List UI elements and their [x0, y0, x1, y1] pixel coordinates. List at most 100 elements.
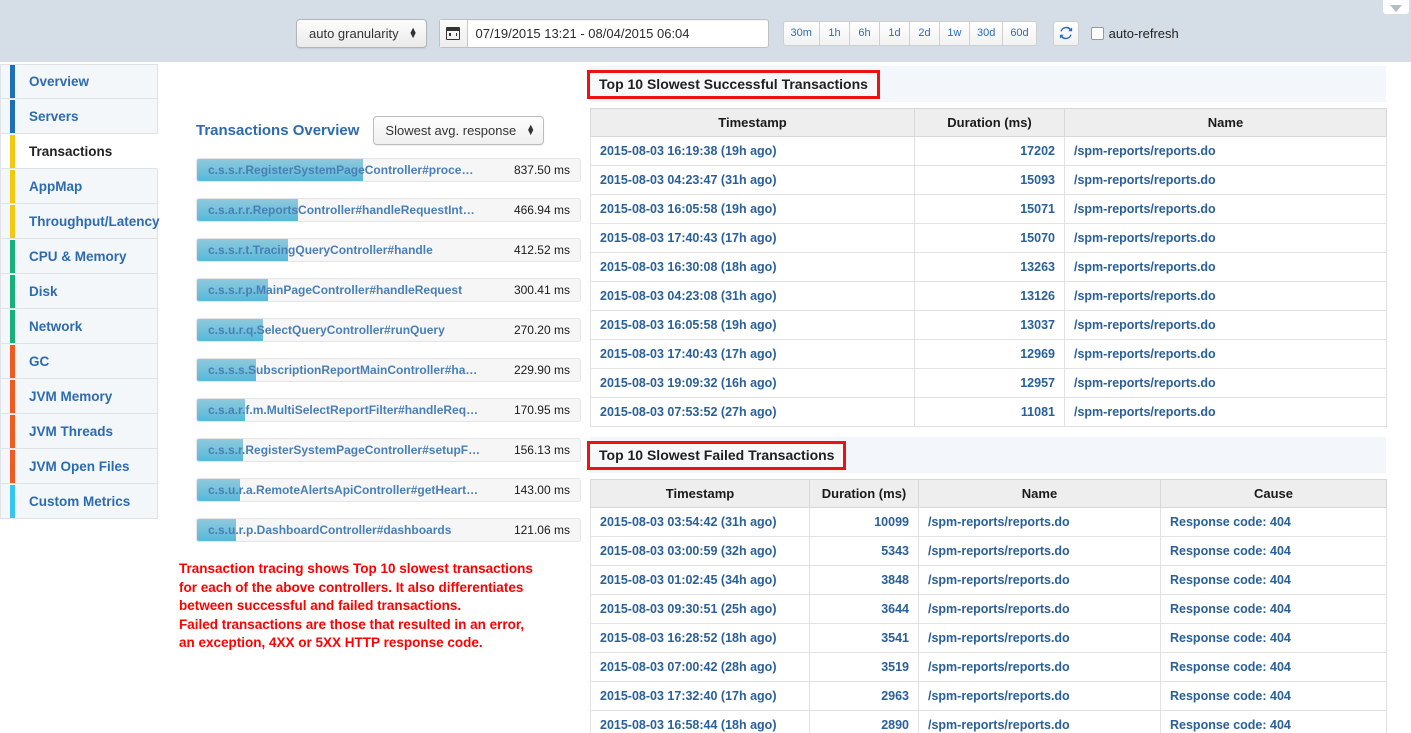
column-header[interactable]: Timestamp	[590, 108, 915, 137]
cell-dur[interactable]: 15071	[914, 194, 1065, 224]
cell-name[interactable]: /spm-reports/reports.do	[1064, 339, 1387, 369]
cell-name[interactable]: /spm-reports/reports.do	[1064, 165, 1387, 195]
cell-ts[interactable]: 2015-08-03 16:58:44 (18h ago)	[590, 710, 810, 733]
cell-dur[interactable]: 12957	[914, 368, 1065, 398]
range-button-2d[interactable]: 2d	[909, 20, 940, 46]
granularity-select[interactable]: auto granularity ▲ ▼	[296, 18, 427, 48]
cell-dur[interactable]: 5343	[809, 536, 919, 566]
cell-dur[interactable]: 13263	[914, 252, 1065, 282]
transaction-bar-row[interactable]: c.s.s.r.p.MainPageController#handleReque…	[196, 278, 581, 302]
cell-cause[interactable]: Response code: 404	[1160, 681, 1387, 711]
sidebar-item-jvm-open-files[interactable]: JVM Open Files	[0, 449, 158, 484]
corner-dropdown-button[interactable]	[1383, 0, 1409, 14]
sidebar-item-servers[interactable]: Servers	[0, 99, 158, 134]
sidebar-item-custom-metrics[interactable]: Custom Metrics	[0, 484, 158, 519]
table-row[interactable]: 2015-08-03 04:23:47 (31h ago) 15093/spm-r…	[590, 165, 1387, 195]
transaction-bar-row[interactable]: c.s.a.r.r.ReportsController#handleReques…	[196, 198, 581, 222]
calendar-button[interactable]	[439, 19, 468, 47]
cell-name[interactable]: /spm-reports/reports.do	[918, 594, 1161, 624]
cell-name[interactable]: /spm-reports/reports.do	[918, 652, 1161, 682]
auto-refresh-toggle[interactable]: auto-refresh	[1090, 26, 1179, 41]
cell-name[interactable]: /spm-reports/reports.do	[1064, 136, 1387, 166]
cell-ts[interactable]: 2015-08-03 17:40:43 (17h ago)	[590, 339, 915, 369]
sidebar-item-overview[interactable]: Overview	[0, 64, 158, 99]
cell-ts[interactable]: 2015-08-03 17:40:43 (17h ago)	[590, 223, 915, 253]
cell-ts[interactable]: 2015-08-03 07:00:42 (28h ago)	[590, 652, 810, 682]
sidebar-item-appmap[interactable]: AppMap	[0, 169, 158, 204]
sidebar-item-cpu-memory[interactable]: CPU & Memory	[0, 239, 158, 274]
cell-dur[interactable]: 11081	[914, 397, 1065, 427]
table-row[interactable]: 2015-08-03 17:32:40 (17h ago) 2963/spm-re…	[590, 681, 1387, 711]
sidebar-item-jvm-memory[interactable]: JVM Memory	[0, 379, 158, 414]
range-button-1h[interactable]: 1h	[819, 20, 850, 46]
cell-name[interactable]: /spm-reports/reports.do	[1064, 194, 1387, 224]
range-button-1d[interactable]: 1d	[879, 20, 910, 46]
cell-ts[interactable]: 2015-08-03 03:54:42 (31h ago)	[590, 507, 810, 537]
auto-refresh-checkbox[interactable]	[1090, 26, 1104, 40]
transaction-bar-row[interactable]: c.s.a.r.f.m.MultiSelectReportFilter#hand…	[196, 398, 581, 422]
transaction-bar-row[interactable]: c.s.s.r.t.TracingQueryController#handle 4…	[196, 238, 581, 262]
cell-ts[interactable]: 2015-08-03 04:23:47 (31h ago)	[590, 165, 915, 195]
cell-cause[interactable]: Response code: 404	[1160, 594, 1387, 624]
cell-name[interactable]: /spm-reports/reports.do	[1064, 223, 1387, 253]
column-header[interactable]: Cause	[1160, 479, 1387, 508]
cell-ts[interactable]: 2015-08-03 03:00:59 (32h ago)	[590, 536, 810, 566]
cell-ts[interactable]: 2015-08-03 07:53:52 (27h ago)	[590, 397, 915, 427]
cell-name[interactable]: /spm-reports/reports.do	[918, 623, 1161, 653]
sidebar-item-jvm-threads[interactable]: JVM Threads	[0, 414, 158, 449]
cell-ts[interactable]: 2015-08-03 17:32:40 (17h ago)	[590, 681, 810, 711]
sidebar-item-transactions[interactable]: Transactions	[0, 134, 158, 169]
table-row[interactable]: 2015-08-03 01:02:45 (34h ago) 3848/spm-re…	[590, 565, 1387, 595]
cell-dur[interactable]: 3644	[809, 594, 919, 624]
cell-ts[interactable]: 2015-08-03 04:23:08 (31h ago)	[590, 281, 915, 311]
column-header[interactable]: Duration (ms)	[914, 108, 1065, 137]
range-button-60d[interactable]: 60d	[1003, 20, 1037, 46]
table-row[interactable]: 2015-08-03 16:05:58 (19h ago) 15071/spm-r…	[590, 194, 1387, 224]
cell-dur[interactable]: 2963	[809, 681, 919, 711]
cell-ts[interactable]: 2015-08-03 01:02:45 (34h ago)	[590, 565, 810, 595]
cell-name[interactable]: /spm-reports/reports.do	[918, 710, 1161, 733]
table-row[interactable]: 2015-08-03 16:05:58 (19h ago) 13037/spm-r…	[590, 310, 1387, 340]
refresh-button[interactable]	[1052, 20, 1079, 46]
sort-order-select[interactable]: Slowest avg. response ▲ ▼	[373, 115, 545, 145]
cell-dur[interactable]: 3519	[809, 652, 919, 682]
cell-name[interactable]: /spm-reports/reports.do	[918, 565, 1161, 595]
range-button-1w[interactable]: 1w	[939, 20, 970, 46]
cell-ts[interactable]: 2015-08-03 16:19:38 (19h ago)	[590, 136, 915, 166]
cell-ts[interactable]: 2015-08-03 09:30:51 (25h ago)	[590, 594, 810, 624]
cell-name[interactable]: /spm-reports/reports.do	[1064, 397, 1387, 427]
column-header[interactable]: Name	[1064, 108, 1387, 137]
cell-name[interactable]: /spm-reports/reports.do	[1064, 368, 1387, 398]
transaction-bar-row[interactable]: c.s.u.r.a.RemoteAlertsApiController#getH…	[196, 478, 581, 502]
column-header[interactable]: Name	[918, 479, 1161, 508]
column-header[interactable]: Timestamp	[590, 479, 810, 508]
table-row[interactable]: 2015-08-03 16:28:52 (18h ago) 3541/spm-re…	[590, 623, 1387, 653]
cell-dur[interactable]: 2890	[809, 710, 919, 733]
range-button-30d[interactable]: 30d	[969, 20, 1004, 46]
cell-name[interactable]: /spm-reports/reports.do	[1064, 281, 1387, 311]
cell-cause[interactable]: Response code: 404	[1160, 565, 1387, 595]
cell-name[interactable]: /spm-reports/reports.do	[1064, 310, 1387, 340]
column-header[interactable]: Duration (ms)	[809, 479, 919, 508]
cell-ts[interactable]: 2015-08-03 16:30:08 (18h ago)	[590, 252, 915, 282]
table-row[interactable]: 2015-08-03 09:30:51 (25h ago) 3644/spm-re…	[590, 594, 1387, 624]
cell-dur[interactable]: 12969	[914, 339, 1065, 369]
cell-dur[interactable]: 10099	[809, 507, 919, 537]
table-row[interactable]: 2015-08-03 16:58:44 (18h ago) 2890/spm-re…	[590, 710, 1387, 733]
table-row[interactable]: 2015-08-03 03:54:42 (31h ago) 10099/spm-r…	[590, 507, 1387, 537]
date-range-input[interactable]	[467, 19, 768, 47]
table-row[interactable]: 2015-08-03 16:19:38 (19h ago) 17202/spm-r…	[590, 136, 1387, 166]
cell-dur[interactable]: 15070	[914, 223, 1065, 253]
cell-name[interactable]: /spm-reports/reports.do	[918, 507, 1161, 537]
cell-name[interactable]: /spm-reports/reports.do	[918, 681, 1161, 711]
cell-name[interactable]: /spm-reports/reports.do	[1064, 252, 1387, 282]
cell-dur[interactable]: 13037	[914, 310, 1065, 340]
table-row[interactable]: 2015-08-03 17:40:43 (17h ago) 15070/spm-r…	[590, 223, 1387, 253]
sidebar-item-throughput-latency[interactable]: Throughput/Latency	[0, 204, 160, 239]
cell-dur[interactable]: 3541	[809, 623, 919, 653]
range-button-6h[interactable]: 6h	[849, 20, 880, 46]
cell-dur[interactable]: 3848	[809, 565, 919, 595]
date-range-control[interactable]	[438, 18, 769, 48]
cell-cause[interactable]: Response code: 404	[1160, 507, 1387, 537]
sidebar-item-network[interactable]: Network	[0, 309, 158, 344]
